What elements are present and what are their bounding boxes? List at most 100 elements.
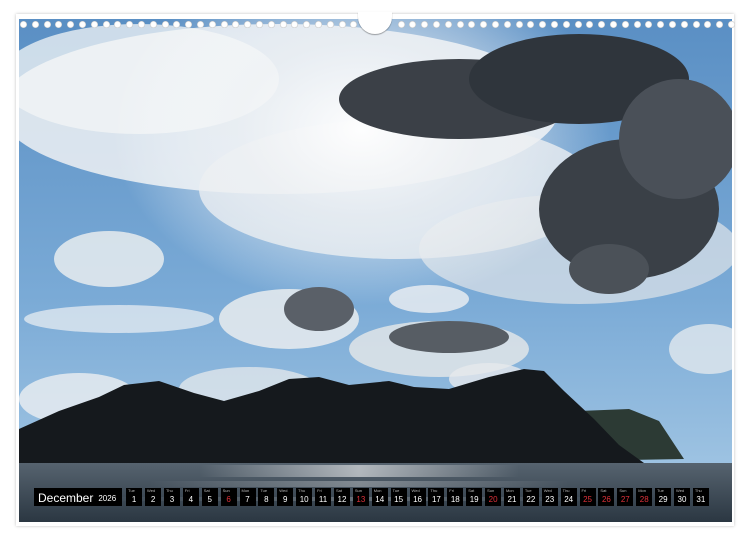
binding-hole (669, 21, 676, 28)
day-cell: Fri 11 (315, 488, 332, 506)
day-cell: Mon 21 (503, 488, 520, 506)
weekday-label: Wed (147, 488, 156, 493)
binding-hole (244, 21, 252, 28)
binding-hole (185, 21, 193, 28)
weekday-label: Mon (505, 488, 514, 493)
day-cell: Tue 8 (258, 488, 275, 506)
weekday-label: Tue (392, 488, 400, 493)
binding-hole (598, 21, 606, 28)
binding-hole (539, 21, 547, 28)
binding-hole (173, 21, 181, 28)
sky-mountain-sea-image (19, 19, 732, 522)
day-cell: Sun 20 (485, 488, 502, 506)
day-number: 20 (488, 495, 498, 504)
binding-hole (409, 21, 417, 28)
day-number: 2 (150, 495, 156, 504)
day-cell: Thu 24 (560, 488, 577, 506)
binding-hole (657, 21, 665, 28)
weekday-label: Wed (279, 488, 288, 493)
binding-hole (704, 21, 712, 28)
weekday-label: Thu (694, 488, 702, 493)
binding-hole (551, 21, 558, 28)
day-cell: Tue 29 (655, 488, 672, 506)
day-cell: Tue 22 (522, 488, 539, 506)
binding-hole (492, 21, 499, 28)
binding-hole (79, 21, 86, 28)
binding-hole (138, 21, 145, 28)
month-name: December (38, 491, 94, 505)
binding-hole (315, 21, 322, 28)
binding-hole (303, 21, 311, 28)
binding-hole (90, 21, 98, 28)
day-number: 28 (639, 495, 649, 504)
day-number: 16 (413, 495, 422, 504)
binding-hole (633, 21, 641, 28)
binding-hole (350, 21, 358, 28)
binding-hole (256, 21, 263, 28)
day-number: 25 (583, 495, 592, 504)
weekday-label: Mon (373, 488, 382, 493)
binding-hole (610, 21, 617, 28)
binding-hole (208, 21, 216, 28)
binding-hole (20, 21, 27, 28)
day-number: 27 (620, 495, 630, 504)
day-cell: Wed 23 (541, 488, 558, 506)
weekday-label: Thu (298, 488, 306, 493)
binding-hole (102, 21, 110, 28)
landscape-photo (19, 19, 732, 522)
binding-hole (421, 21, 429, 28)
binding-hole (468, 21, 476, 28)
weekday-label: Wed (543, 488, 552, 493)
day-number: 12 (337, 495, 347, 504)
day-cell: Wed 2 (145, 488, 162, 506)
weekday-label: Sun (619, 488, 627, 493)
binding-hole (267, 21, 275, 28)
day-cell: Fri 4 (182, 488, 199, 506)
binding-hole (126, 21, 134, 28)
day-number: 14 (375, 495, 385, 504)
binding-hole (291, 21, 299, 28)
day-number: 10 (299, 495, 309, 504)
binding-hole (232, 21, 240, 28)
weekday-label: Thu (562, 488, 570, 493)
weekday-label: Tue (657, 488, 664, 493)
binding-hole (43, 21, 51, 28)
day-number: 21 (507, 495, 517, 504)
day-cell: Wed 16 (409, 488, 426, 506)
binding-hole (574, 21, 582, 28)
weekday-label: Sun (487, 488, 495, 493)
day-cell: Tue 15 (390, 488, 407, 506)
day-number: 24 (564, 495, 574, 504)
calendar-strip: December 2026 Tue 1 Wed 2 Thu 3 Fri 4 Sat 5 Sun 6 Mo… (34, 488, 712, 506)
year-label: 2026 (98, 494, 117, 503)
binding-hole (716, 21, 724, 28)
binding-hole (149, 21, 157, 28)
binding-hole (279, 21, 287, 28)
day-cell: Fri 25 (579, 488, 596, 506)
day-cell: Sat 26 (598, 488, 615, 506)
binding-hole (220, 21, 228, 28)
binding-hole (562, 21, 570, 28)
day-number: 3 (169, 495, 175, 504)
weekday-label: Fri (184, 488, 190, 493)
month-label: December 2026 (34, 488, 123, 506)
day-number: 18 (450, 495, 460, 504)
binding-hole (692, 21, 700, 28)
weekday-label: Sat (600, 488, 607, 493)
weekday-label: Tue (524, 488, 532, 493)
weekday-label: Sun (354, 488, 362, 493)
day-cell: Thu 3 (163, 488, 180, 506)
binding-hole (456, 21, 464, 28)
weekday-label: Mon (638, 488, 646, 493)
weekday-label: Thu (165, 488, 173, 493)
binding-hole (326, 21, 334, 28)
day-cell: Thu 17 (428, 488, 445, 506)
day-number: 4 (188, 495, 194, 504)
day-number: 6 (226, 495, 231, 504)
day-cell: Wed 9 (277, 488, 294, 506)
weekday-label: Mon (241, 488, 250, 493)
weekday-label: Tue (260, 488, 268, 493)
binding-hole (67, 21, 75, 28)
binding-hole (480, 21, 488, 28)
weekday-label: Sun (222, 488, 230, 493)
